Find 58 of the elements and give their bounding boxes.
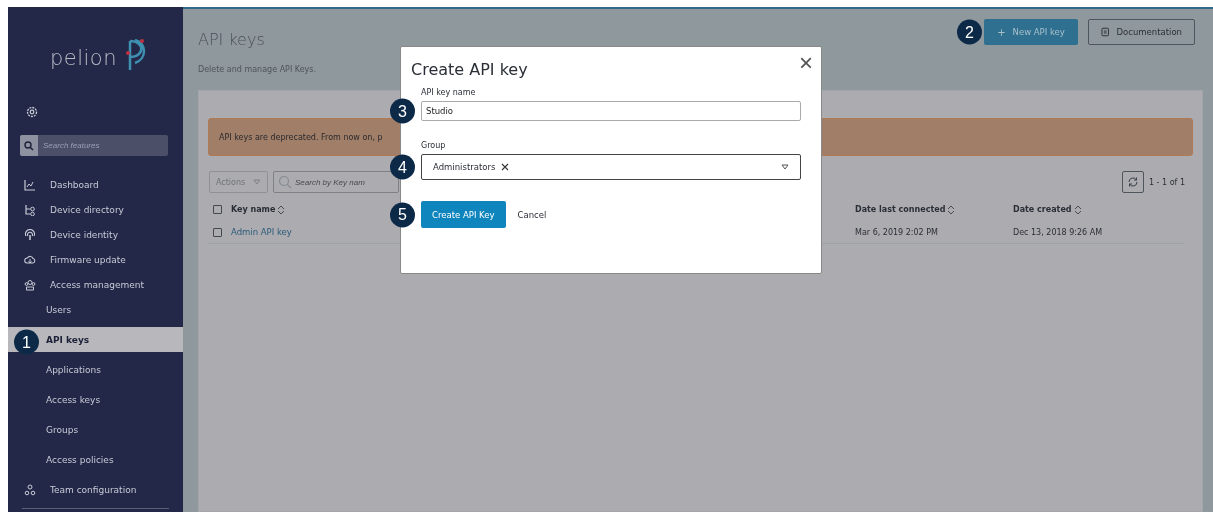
search-field[interactable]: Search by Key nam [273, 171, 399, 193]
logo-text: pelion [49, 48, 118, 72]
signal-icon [24, 228, 36, 241]
step-badge: 2 [957, 19, 982, 45]
column-header[interactable]: Date last connected [855, 205, 946, 214]
nav-item[interactable]: Users [8, 297, 183, 322]
group-select[interactable]: Administrators [421, 154, 801, 180]
sort-icon[interactable] [1073, 204, 1082, 215]
page-subtitle: Delete and manage API Keys. [198, 65, 317, 74]
hierarchy-icon [24, 203, 36, 216]
remove-icon[interactable] [501, 163, 510, 171]
search-icon [278, 175, 292, 189]
tag-label: Administrators [433, 162, 496, 172]
field-label: API key name [421, 88, 477, 97]
step-badge: 5 [390, 202, 415, 227]
nav-item[interactable]: Access keys [8, 387, 183, 412]
nav-item[interactable]: Firmware update [8, 247, 183, 272]
input-field[interactable]: Studio [421, 101, 801, 121]
step-badge: 3 [390, 98, 415, 124]
sort-icon[interactable] [277, 204, 286, 215]
document-icon [1101, 27, 1110, 37]
nav-item[interactable]: Access policies [8, 447, 183, 472]
table-cell: Mar 6, 2019 2:02 PM [855, 227, 938, 237]
nav-item[interactable]: Dashboard [8, 172, 183, 197]
settings-icon[interactable] [26, 106, 38, 118]
people-icon [24, 278, 36, 291]
nav-item[interactable]: Applications [8, 357, 183, 382]
chart-icon [24, 178, 36, 191]
field-label: Group [421, 141, 447, 150]
refresh-button[interactable] [1121, 171, 1144, 193]
create-button[interactable]: Create API Key [421, 201, 506, 228]
caret-icon [781, 164, 789, 170]
close-button[interactable]: × [799, 51, 813, 75]
column-header[interactable]: Date created [1013, 205, 1072, 214]
dialog-title: Create API key [411, 60, 528, 79]
step-badge: 4 [390, 154, 415, 180]
refresh-icon [1126, 176, 1139, 188]
search-field[interactable]: Search by Key nam [295, 177, 395, 187]
cancel-button[interactable]: Cancel [517, 209, 547, 220]
table-cell: Dec 13, 2018 9:26 AM [1013, 227, 1103, 237]
warning-text: API keys are deprecated. From now on, p [219, 132, 383, 142]
nav-item[interactable]: Device directory [8, 197, 183, 222]
documentation-button[interactable]: Documentation [1088, 19, 1195, 45]
sort-icon[interactable] [947, 204, 956, 215]
column-header[interactable]: Key name [231, 205, 276, 214]
caret-icon [253, 179, 261, 185]
nav-item[interactable]: Team configuration [8, 477, 183, 502]
search-icon [24, 140, 34, 151]
nav-item[interactable]: Access management [8, 272, 183, 297]
checkbox[interactable] [213, 227, 222, 237]
cloud-download-icon [24, 253, 36, 266]
nav-item[interactable]: Device identity [8, 222, 183, 247]
page-title: API keys [198, 30, 266, 49]
checkbox[interactable] [213, 205, 222, 214]
search-button[interactable] [20, 135, 38, 156]
nav-item[interactable]: Groups [8, 417, 183, 442]
team-icon [24, 483, 36, 496]
pagination-text: 1 - 1 of 1 [1148, 177, 1185, 187]
